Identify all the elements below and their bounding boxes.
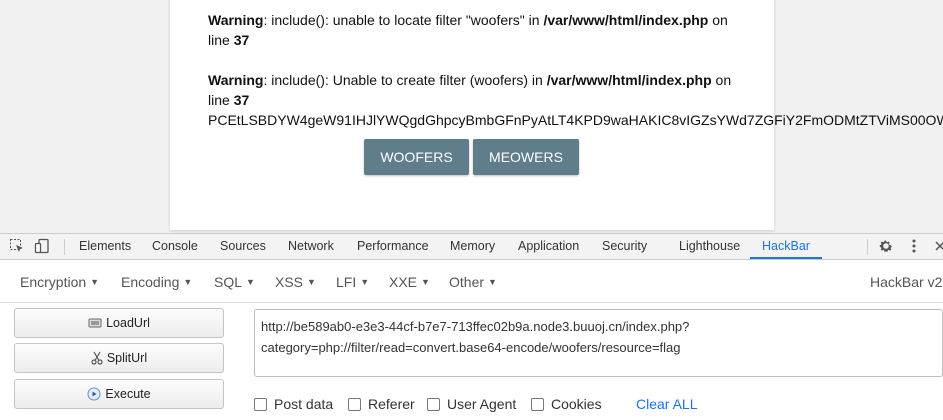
- warning-text: : include(): Unable to create filter (wo…: [263, 72, 547, 88]
- warning-suffix: on: [711, 72, 732, 88]
- caret-down-icon: ▼: [246, 277, 255, 287]
- warning-message-2: Warning: include(): Unable to create fil…: [208, 70, 943, 110]
- warning-message-1: Warning: include(): unable to locate fil…: [208, 10, 943, 50]
- url-textarea[interactable]: http://be589ab0-e3e3-44cf-b7e7-713ffec02…: [254, 309, 943, 377]
- referer-checkbox[interactable]: Referer: [348, 396, 415, 412]
- tab-network[interactable]: Network: [288, 234, 334, 259]
- menu-sql[interactable]: SQL ▼: [214, 274, 255, 290]
- user-agent-checkbox[interactable]: User Agent: [427, 396, 516, 412]
- device-toolbar-icon[interactable]: [34, 238, 50, 254]
- toolbar-divider: [64, 239, 65, 255]
- caret-down-icon: ▼: [307, 277, 316, 287]
- caret-down-icon: ▼: [488, 277, 497, 287]
- tab-memory[interactable]: Memory: [450, 234, 495, 259]
- meowers-button[interactable]: MEOWERS: [473, 139, 579, 175]
- hackbar-menubar: Encryption ▼ Encoding ▼ SQL ▼ XSS ▼ LFI ▼ XXE…: [0, 261, 943, 303]
- menu-encoding[interactable]: Encoding ▼: [121, 274, 192, 290]
- close-icon[interactable]: [932, 238, 943, 254]
- warning-label: Warning: [208, 12, 264, 28]
- hackbar-brand: HackBar v2: [870, 274, 943, 290]
- clear-all-link[interactable]: Clear ALL: [636, 396, 697, 412]
- warning-line-label: line: [208, 32, 234, 48]
- play-icon: [87, 387, 101, 401]
- caret-down-icon: ▼: [183, 277, 193, 287]
- warning-suffix: on: [708, 12, 728, 28]
- menu-encryption[interactable]: Encryption ▼: [20, 274, 99, 290]
- warning-line-number: 37: [233, 92, 250, 108]
- active-tab-indicator: [750, 257, 822, 259]
- post-data-checkbox[interactable]: Post data: [254, 396, 333, 412]
- warning-line-number: 37: [233, 32, 250, 48]
- tab-elements[interactable]: Elements: [79, 234, 131, 259]
- devtools-tabbar: Elements Console Sources Network Perform…: [0, 234, 943, 260]
- page-viewport: Warning: include(): unable to locate fil…: [0, 0, 943, 233]
- tab-console[interactable]: Console: [152, 234, 198, 259]
- woofers-button[interactable]: WOOFERS: [364, 139, 469, 175]
- devtools-panel: Elements Console Sources Network Perform…: [0, 233, 943, 420]
- checkbox-box[interactable]: [427, 397, 440, 411]
- toolbar-divider: [867, 239, 868, 255]
- caret-down-icon: ▼: [360, 277, 370, 287]
- tab-performance[interactable]: Performance: [357, 234, 429, 259]
- warning-label: Warning: [208, 72, 264, 88]
- tab-lighthouse[interactable]: Lighthouse: [679, 234, 740, 259]
- checkbox-box[interactable]: [254, 397, 267, 411]
- warning-line-label: line: [208, 92, 234, 108]
- warning-path: /var/www/html/index.php: [543, 12, 709, 28]
- menu-xxe[interactable]: XXE ▼: [389, 274, 430, 290]
- base64-output: PCEtLSBDYW4geW91IHJlYWQgdGhpcyBmbGFnPyAt…: [208, 112, 943, 128]
- caret-down-icon: ▼: [421, 277, 430, 287]
- split-url-button[interactable]: SplitUrl: [14, 343, 224, 373]
- checkbox-box[interactable]: [531, 397, 544, 411]
- gear-icon[interactable]: [878, 238, 894, 254]
- cookies-checkbox[interactable]: Cookies: [531, 396, 602, 412]
- tab-sources[interactable]: Sources: [220, 234, 266, 259]
- scissors-icon: [91, 351, 103, 365]
- load-url-button[interactable]: LoadUrl: [14, 308, 224, 338]
- warning-path: /var/www/html/index.php: [546, 72, 712, 88]
- tab-application[interactable]: Application: [518, 234, 579, 259]
- menu-other[interactable]: Other ▼: [449, 274, 497, 290]
- execute-button[interactable]: Execute: [14, 379, 224, 409]
- checkbox-box[interactable]: [348, 397, 361, 411]
- load-url-icon: [88, 318, 102, 328]
- warning-text: : include(): unable to locate filter "wo…: [263, 12, 544, 28]
- menu-xss[interactable]: XSS ▼: [275, 274, 316, 290]
- more-options-icon[interactable]: [906, 238, 922, 254]
- tab-security[interactable]: Security: [602, 234, 647, 259]
- caret-down-icon: ▼: [90, 277, 100, 287]
- menu-lfi[interactable]: LFI ▼: [336, 274, 369, 290]
- inspect-element-icon[interactable]: [9, 238, 25, 254]
- tab-hackbar[interactable]: HackBar: [762, 234, 810, 259]
